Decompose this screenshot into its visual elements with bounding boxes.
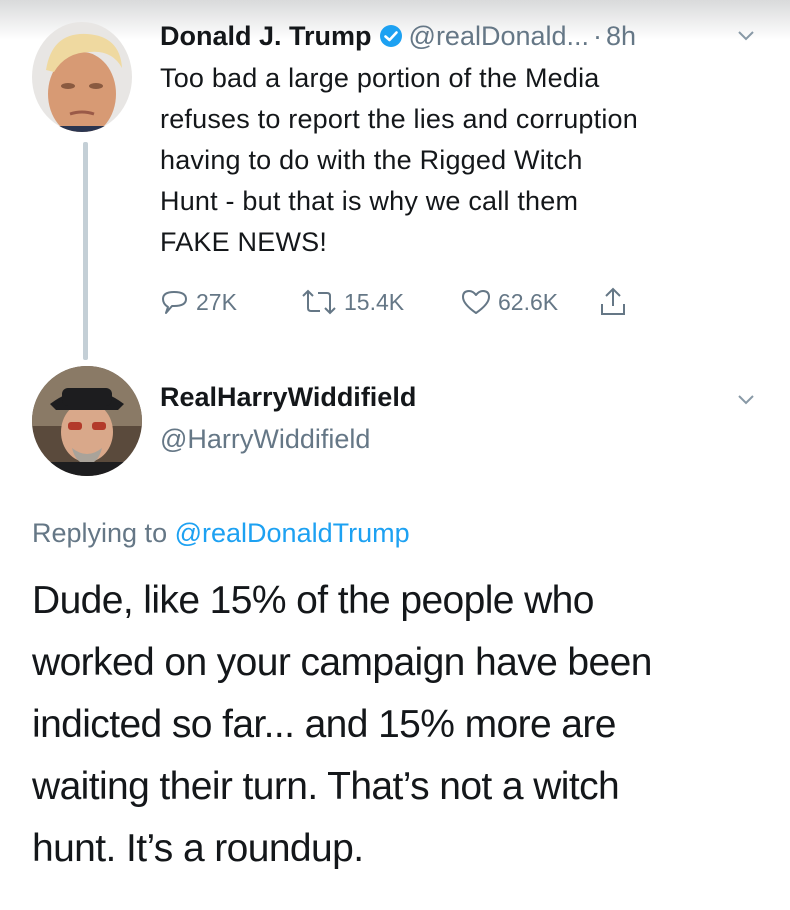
reply-text-line: Dude, like 15% of the people who — [32, 579, 594, 622]
retweet-button[interactable]: 15.4K — [300, 288, 460, 316]
tweet-text-line: having to do with the Rigged Witch — [160, 145, 583, 175]
tweet-text-line: refuses to report the lies and corruptio… — [160, 104, 638, 134]
reply-author-avatar[interactable] — [32, 366, 142, 476]
reply-text-line: indicted so far... and 15% more are — [32, 703, 616, 746]
reply-author-name[interactable]: RealHarryWiddifield — [160, 382, 416, 413]
reply-button[interactable]: 27K — [160, 288, 300, 316]
verified-badge-icon — [379, 24, 403, 48]
separator-dot: · — [593, 20, 603, 51]
tweet-text-line: FAKE NEWS! — [160, 227, 328, 257]
retweet-icon — [302, 289, 336, 315]
reply-text-line: waiting their turn. That’s not a witch — [32, 765, 620, 808]
tweet-text-line: Too bad a large portion of the Media — [160, 63, 600, 93]
author-handle[interactable]: @realDonald... — [409, 21, 590, 52]
tweet-text: Too bad a large portion of the Media ref… — [160, 58, 770, 263]
reply-count: 27K — [196, 288, 237, 315]
tweet-timestamp[interactable]: 8h — [606, 21, 636, 52]
author-name[interactable]: Donald J. Trump — [160, 21, 372, 52]
heart-icon — [462, 290, 490, 314]
replying-to-mention[interactable]: @realDonaldTrump — [175, 518, 410, 548]
reply-bubble-icon — [162, 291, 187, 314]
like-button[interactable]: 62.6K — [460, 288, 598, 316]
reply-text-line: worked on your campaign have been — [32, 641, 652, 684]
tweet-text-line: Hunt - but that is why we call them — [160, 186, 579, 216]
replying-to-label: Replying to — [32, 518, 168, 548]
author-avatar[interactable] — [32, 22, 132, 132]
replying-to: Replying to @realDonaldTrump — [32, 518, 410, 549]
tweet-actions: 27K 15.4K 62.6K — [160, 284, 634, 320]
retweet-count: 15.4K — [344, 288, 405, 315]
share-button[interactable] — [598, 286, 634, 318]
reply-text: Dude, like 15% of the people who worked … — [32, 570, 772, 880]
thread-connector-line — [83, 142, 88, 360]
share-icon — [601, 287, 625, 315]
tweet-header: Donald J. Trump @realDonald... · 8h — [160, 16, 636, 56]
like-count: 62.6K — [498, 288, 559, 315]
chevron-down-icon[interactable] — [737, 394, 755, 406]
reply-text-line: hunt. It’s a roundup. — [32, 827, 364, 870]
chevron-down-icon[interactable] — [737, 30, 755, 42]
reply-author-handle[interactable]: @HarryWiddifield — [160, 424, 370, 455]
